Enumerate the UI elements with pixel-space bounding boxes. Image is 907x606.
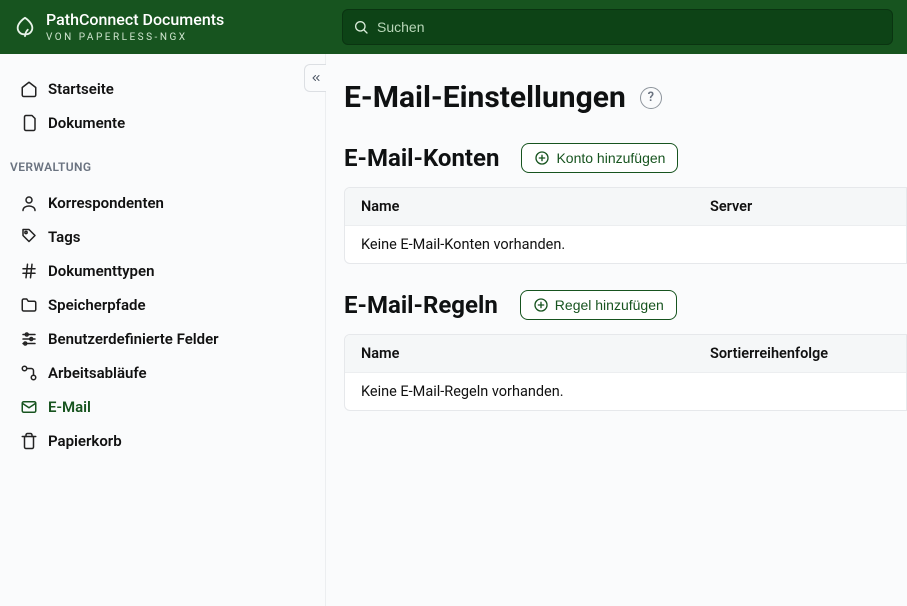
accounts-empty-text: Keine E-Mail-Konten vorhanden.: [361, 236, 710, 253]
accounts-table: Name Server Keine E-Mail-Konten vorhande…: [344, 187, 907, 264]
sidebar-item-trash[interactable]: Papierkorb: [10, 424, 315, 458]
person-icon: [20, 194, 38, 212]
sidebar-item-label: Papierkorb: [48, 432, 122, 450]
brand-block[interactable]: PathConnect Documents VON PAPERLESS-NGX: [14, 11, 332, 43]
sidebar-item-label: Dokumente: [48, 114, 125, 132]
col-name: Name: [361, 345, 710, 362]
main-content: E-Mail-Einstellungen ? E-Mail-Konten Kon…: [326, 54, 907, 606]
table-row: Keine E-Mail-Konten vorhanden.: [345, 225, 906, 263]
sidebar-item-label: E-Mail: [48, 398, 91, 416]
sidebar-item-label: Tags: [48, 228, 81, 246]
plus-circle-icon: [533, 297, 549, 313]
sidebar-collapse-button[interactable]: [304, 64, 326, 92]
trash-icon: [20, 432, 38, 450]
sidebar-item-home[interactable]: Startseite: [10, 72, 315, 106]
mail-icon: [20, 398, 38, 416]
sliders-icon: [20, 330, 38, 348]
col-order: Sortierreihenfolge: [710, 345, 890, 362]
page-title-row: E-Mail-Einstellungen ?: [344, 80, 907, 115]
add-account-button[interactable]: Konto hinzufügen: [521, 143, 678, 173]
home-icon: [20, 80, 38, 98]
email-rules-section: E-Mail-Regeln Regel hinzufügen Name Sort…: [344, 290, 907, 411]
sidebar: Startseite Dokumente VERWALTUNG Korrespo…: [0, 54, 326, 606]
table-header: Name Server: [345, 188, 906, 225]
col-server: Server: [710, 198, 890, 215]
sidebar-item-storagepaths[interactable]: Speicherpfade: [10, 288, 315, 322]
accounts-title: E-Mail-Konten: [344, 144, 499, 172]
table-row: Keine E-Mail-Regeln vorhanden.: [345, 372, 906, 410]
add-rule-button[interactable]: Regel hinzufügen: [520, 290, 677, 320]
search-input[interactable]: [377, 19, 882, 35]
sidebar-item-label: Korrespondenten: [48, 194, 164, 212]
page-title: E-Mail-Einstellungen: [344, 80, 626, 115]
sidebar-item-label: Benutzerdefinierte Felder: [48, 330, 219, 348]
sidebar-item-label: Dokumenttypen: [48, 262, 154, 280]
question-icon: ?: [648, 90, 654, 105]
sidebar-item-label: Speicherpfade: [48, 296, 146, 314]
table-header: Name Sortierreihenfolge: [345, 335, 906, 372]
sidebar-item-workflows[interactable]: Arbeitsabläufe: [10, 356, 315, 390]
button-label: Konto hinzufügen: [556, 150, 665, 166]
sidebar-heading-admin: VERWALTUNG: [0, 144, 325, 182]
sidebar-item-documents[interactable]: Dokumente: [10, 106, 315, 140]
topbar: PathConnect Documents VON PAPERLESS-NGX: [0, 0, 907, 54]
col-name: Name: [361, 198, 710, 215]
sidebar-item-customfields[interactable]: Benutzerdefinierte Felder: [10, 322, 315, 356]
hash-icon: [20, 262, 38, 280]
search-icon: [353, 19, 369, 35]
rules-table: Name Sortierreihenfolge Keine E-Mail-Reg…: [344, 334, 907, 411]
sidebar-item-label: Arbeitsabläufe: [48, 364, 147, 382]
documents-icon: [20, 114, 38, 132]
email-accounts-section: E-Mail-Konten Konto hinzufügen Name Serv…: [344, 143, 907, 264]
brand-subtitle: VON PAPERLESS-NGX: [46, 32, 224, 43]
tag-icon: [20, 228, 38, 246]
sidebar-item-doctypes[interactable]: Dokumenttypen: [10, 254, 315, 288]
plus-circle-icon: [534, 150, 550, 166]
workflow-icon: [20, 364, 38, 382]
rules-empty-text: Keine E-Mail-Regeln vorhanden.: [361, 383, 710, 400]
brand-title: PathConnect Documents: [46, 11, 224, 29]
search-field[interactable]: [342, 9, 893, 45]
sidebar-item-email[interactable]: E-Mail: [10, 390, 315, 424]
button-label: Regel hinzufügen: [555, 297, 664, 313]
leaf-icon: [14, 16, 36, 38]
folder-icon: [20, 296, 38, 314]
rules-title: E-Mail-Regeln: [344, 291, 498, 319]
sidebar-item-label: Startseite: [48, 80, 114, 98]
help-button[interactable]: ?: [640, 87, 662, 109]
sidebar-item-correspondents[interactable]: Korrespondenten: [10, 186, 315, 220]
sidebar-item-tags[interactable]: Tags: [10, 220, 315, 254]
chevron-double-left-icon: [310, 72, 322, 84]
